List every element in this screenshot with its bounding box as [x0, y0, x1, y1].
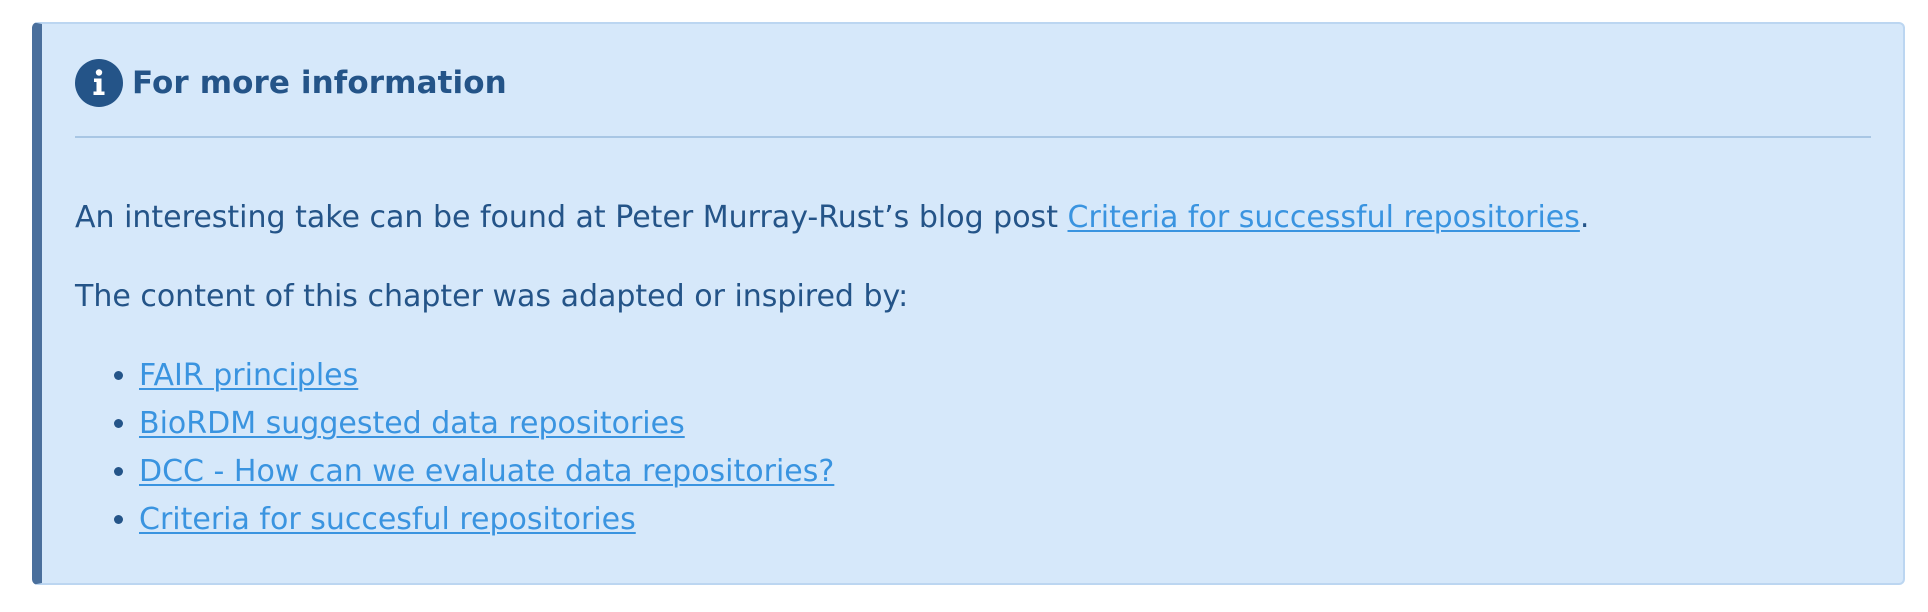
criteria-repositories-link[interactable]: Criteria for succesful repositories — [139, 502, 636, 537]
dcc-evaluate-link[interactable]: DCC - How can we evaluate data repositor… — [139, 454, 834, 489]
admonition-divider — [75, 136, 1871, 138]
intro-text: An interesting take can be found at Pete… — [75, 200, 1068, 235]
admonition-header: For more information — [75, 58, 507, 108]
list-item: Criteria for succesful repositories — [139, 496, 1871, 544]
info-admonition: For more information An interesting take… — [32, 22, 1905, 585]
list-item: BioRDM suggested data repositories — [139, 400, 1871, 448]
criteria-blog-link[interactable]: Criteria for successful repositories — [1068, 200, 1580, 235]
intro-period: . — [1579, 200, 1590, 235]
list-item: FAIR principles — [139, 352, 1871, 400]
info-circle-icon — [75, 59, 123, 107]
admonition-title: For more information — [132, 65, 507, 101]
intro-paragraph: An interesting take can be found at Pete… — [75, 194, 1871, 242]
list-item: DCC - How can we evaluate data repositor… — [139, 448, 1871, 496]
sources-list: FAIR principles BioRDM suggested data re… — [75, 352, 1871, 544]
fair-principles-link[interactable]: FAIR principles — [139, 358, 358, 393]
sources-paragraph: The content of this chapter was adapted … — [75, 279, 909, 314]
admonition-body: An interesting take can be found at Pete… — [75, 194, 1871, 544]
biordm-repositories-link[interactable]: BioRDM suggested data repositories — [139, 406, 685, 441]
